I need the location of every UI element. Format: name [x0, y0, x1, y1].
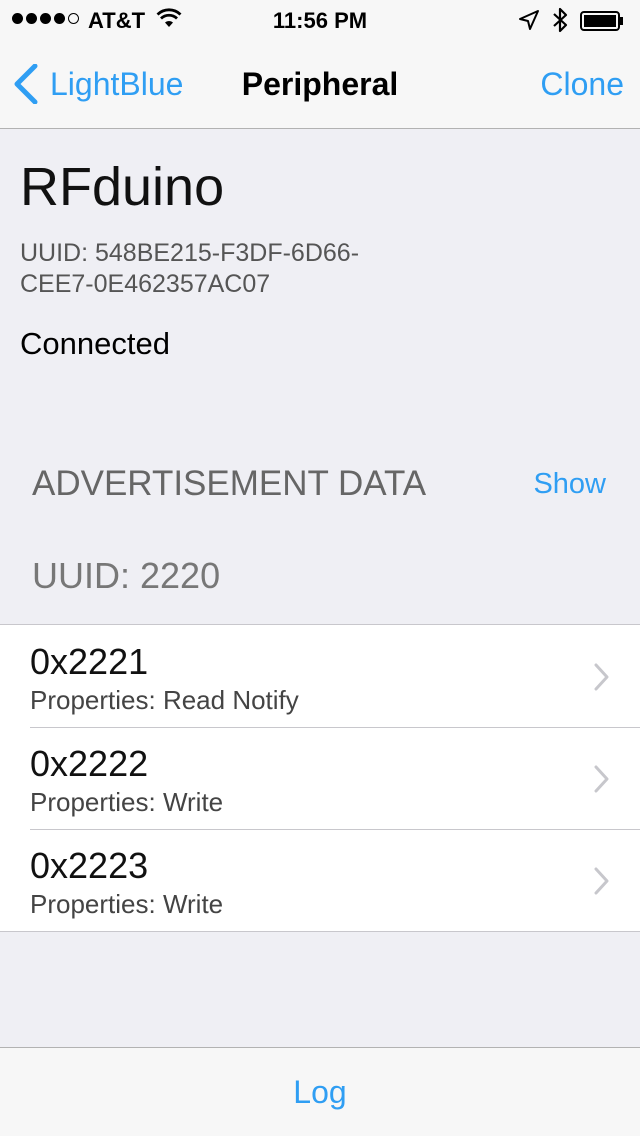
characteristic-id: 0x2222 [30, 743, 149, 784]
top-bar: AT&T 11:56 PM LightBlue Peripheral Clone [0, 0, 640, 129]
connection-status: Connected [20, 326, 170, 361]
log-button[interactable]: Log [0, 1074, 640, 1111]
navigation-bar: LightBlue Peripheral Clone [0, 40, 640, 128]
device-name: RFduino [20, 157, 225, 217]
location-arrow-icon [518, 9, 540, 37]
service-uuid-header: UUID: 2220 [32, 555, 221, 596]
bluetooth-icon [552, 7, 568, 39]
characteristic-id: 0x2221 [30, 641, 149, 682]
characteristic-id: 0x2223 [30, 845, 149, 886]
characteristic-row-2223[interactable]: 0x2223 Properties: Write [0, 829, 640, 931]
advertisement-data-header: ADVERTISEMENT DATA [32, 464, 427, 503]
bottom-toolbar: Log [0, 1047, 640, 1136]
chevron-right-icon [594, 867, 609, 895]
characteristic-properties: Properties: Write [30, 787, 224, 817]
characteristic-properties: Properties: Write [30, 889, 224, 919]
status-bar: AT&T 11:56 PM [0, 0, 640, 40]
show-advertisement-button[interactable]: Show [533, 468, 606, 501]
chevron-right-icon [594, 663, 609, 691]
chevron-right-icon [594, 765, 609, 793]
device-uuid-line2: CEE7-0E462357AC07 [20, 270, 271, 298]
characteristics-list: 0x2221 Properties: Read Notify 0x2222 Pr… [0, 624, 640, 932]
clock: 11:56 PM [272, 8, 368, 33]
characteristic-row-2221[interactable]: 0x2221 Properties: Read Notify [0, 625, 640, 727]
characteristic-row-2222[interactable]: 0x2222 Properties: Write [0, 727, 640, 829]
device-uuid: UUID: 548BE215-F3DF-6D66- CEE7-0E462357A… [20, 238, 440, 300]
clone-button[interactable]: Clone [540, 66, 624, 103]
battery-icon [580, 11, 624, 31]
characteristic-properties: Properties: Read Notify [30, 685, 299, 715]
device-uuid-line1: UUID: 548BE215-F3DF-6D66- [20, 239, 360, 267]
